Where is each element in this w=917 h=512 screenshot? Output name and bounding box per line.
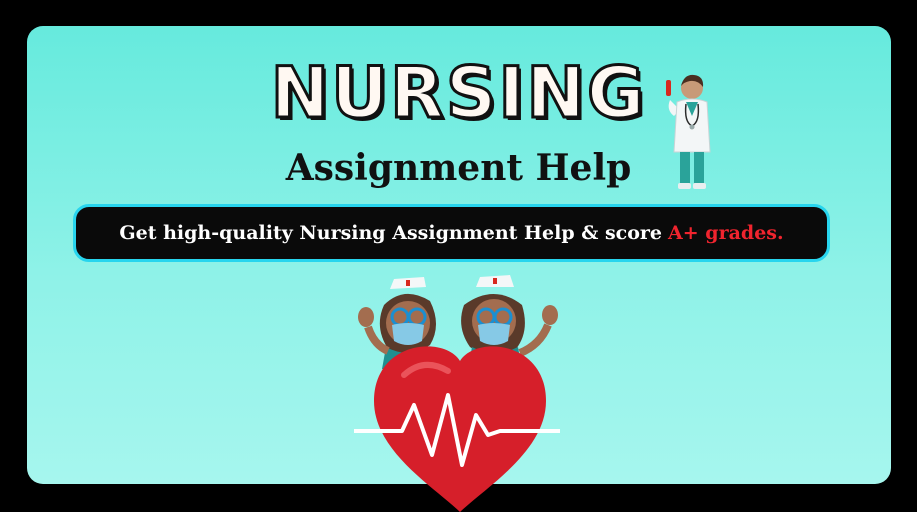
doctor-figure — [666, 74, 711, 189]
main-title: NURSING — [269, 52, 647, 134]
tagline-text: Get high-quality Nursing Assignment Help… — [119, 222, 663, 244]
tagline-banner: Get high-quality Nursing Assignment Help… — [73, 204, 830, 262]
subtitle: Assignment Help — [285, 147, 632, 189]
nurses-heart-illustration — [354, 275, 560, 512]
tagline-highlight: A+ grades. — [668, 222, 784, 244]
